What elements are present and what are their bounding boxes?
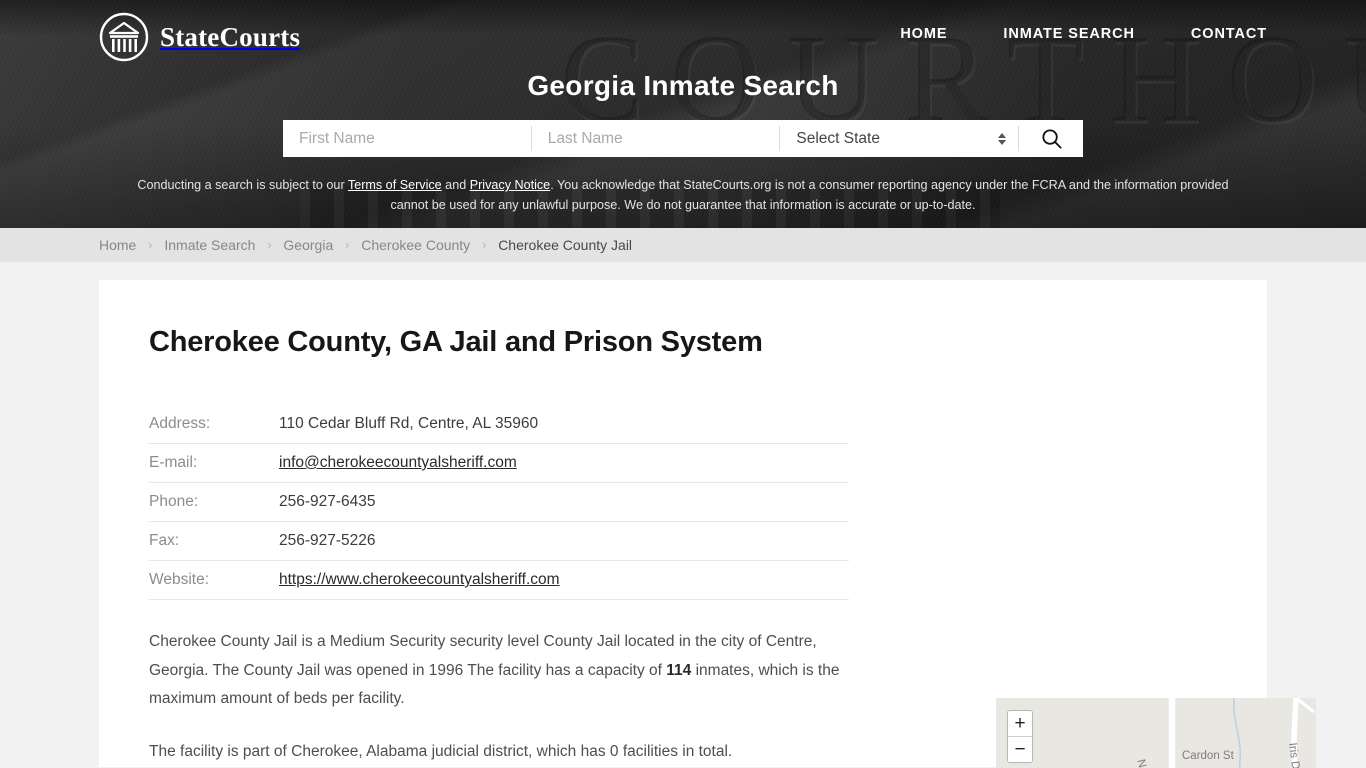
breadcrumb-separator: ›: [267, 238, 272, 252]
breadcrumb-item-home[interactable]: Home: [99, 237, 136, 253]
info-value-email: info@cherokeecountyalsheriff.com: [279, 443, 849, 483]
breadcrumb-item-georgia[interactable]: Georgia: [283, 237, 333, 253]
map-canvas: 283: [996, 698, 1316, 768]
brand-logo[interactable]: StateCourts: [99, 12, 300, 62]
nav-item-contact[interactable]: CONTACT: [1191, 26, 1267, 42]
search-submit-button[interactable]: [1019, 120, 1083, 157]
last-name-input[interactable]: [531, 120, 780, 157]
facility-description-paragraph-1: Cherokee County Jail is a Medium Securit…: [149, 628, 849, 714]
main-nav: HOME INMATE SEARCH CONTACT: [900, 26, 1267, 42]
breadcrumb: Home › Inmate Search › Georgia › Cheroke…: [99, 237, 632, 253]
info-label-address: Address:: [149, 413, 279, 444]
privacy-notice-link[interactable]: Privacy Notice: [470, 178, 550, 192]
search-disclaimer: Conducting a search is subject to our Te…: [128, 176, 1238, 215]
page-title: Cherokee County, GA Jail and Prison Syst…: [149, 326, 763, 358]
inmate-search-form: Select State: [283, 120, 1083, 157]
info-value-address: 110 Cedar Bluff Rd, Centre, AL 35960: [279, 413, 849, 444]
brand-name: StateCourts: [160, 21, 301, 52]
search-icon: [1041, 129, 1062, 149]
disclaimer-part-2: and: [441, 178, 470, 192]
first-name-input[interactable]: [283, 120, 531, 157]
state-select[interactable]: Select State: [780, 130, 1019, 147]
info-value-website: https://www.cherokeecountyalsheriff.com: [279, 560, 849, 600]
nav-item-home[interactable]: HOME: [900, 26, 947, 42]
facility-description-paragraph-2: The facility is part of Cherokee, Alabam…: [149, 743, 733, 761]
table-row: Phone: 256-927-6435: [149, 482, 849, 522]
facility-details-column: Address: 110 Cedar Bluff Rd, Centre, AL …: [149, 413, 849, 767]
breadcrumb-separator: ›: [345, 238, 350, 252]
state-select-wrapper: Select State: [780, 120, 1019, 157]
info-label-fax: Fax:: [149, 521, 279, 561]
map-zoom-out-button[interactable]: −: [1008, 737, 1032, 762]
table-row: Fax: 256-927-5226: [149, 521, 849, 561]
breadcrumb-item-inmate-search[interactable]: Inmate Search: [164, 237, 255, 253]
breadcrumb-separator: ›: [148, 238, 153, 252]
website-link[interactable]: https://www.cherokeecountyalsheriff.com: [279, 571, 560, 588]
map-zoom-in-button[interactable]: +: [1008, 711, 1032, 736]
info-label-email: E-mail:: [149, 443, 279, 483]
page-body: Cherokee County, GA Jail and Prison Syst…: [0, 280, 1366, 768]
info-label-website: Website:: [149, 560, 279, 600]
facility-info-table: Address: 110 Cedar Bluff Rd, Centre, AL …: [149, 413, 849, 600]
map-zoom-controls: + −: [1007, 710, 1033, 763]
disclaimer-part-1: Conducting a search is subject to our: [137, 178, 348, 192]
email-link[interactable]: info@cherokeecountyalsheriff.com: [279, 454, 517, 471]
terms-of-service-link[interactable]: Terms of Service: [348, 178, 442, 192]
breadcrumb-separator: ›: [482, 238, 487, 252]
table-row: Website: https://www.cherokeecountyalshe…: [149, 560, 849, 600]
nav-item-inmate-search[interactable]: INMATE SEARCH: [1003, 26, 1134, 42]
hero-title: Georgia Inmate Search: [527, 70, 839, 101]
info-value-phone: 256-927-6435: [279, 482, 849, 522]
courthouse-circle-icon: [99, 12, 149, 62]
breadcrumb-item-current: Cherokee County Jail: [498, 237, 633, 253]
content-card: Cherokee County, GA Jail and Prison Syst…: [99, 280, 1316, 768]
breadcrumb-bar: Home › Inmate Search › Georgia › Cheroke…: [0, 228, 1366, 262]
table-row: Address: 110 Cedar Bluff Rd, Centre, AL …: [149, 413, 849, 444]
site-header: COURTHOUSE StateCourts HOME INMATE SEARC…: [0, 0, 1366, 228]
location-map[interactable]: 283: [996, 698, 1316, 768]
breadcrumb-item-cherokee-county[interactable]: Cherokee County: [361, 237, 470, 253]
info-value-fax: 256-927-5226: [279, 521, 849, 561]
street-label-cardon-st: Cardon St: [1182, 750, 1234, 762]
table-row: E-mail: info@cherokeecountyalsheriff.com: [149, 443, 849, 483]
info-label-phone: Phone:: [149, 482, 279, 522]
capacity-value: 114: [666, 661, 692, 679]
